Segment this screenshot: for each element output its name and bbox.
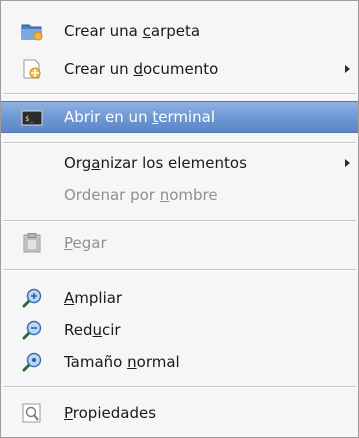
menu-item-organizar[interactable]: Organizar los elementos	[1, 147, 358, 179]
menu-separator	[3, 386, 356, 388]
terminal-icon: $_	[21, 108, 43, 128]
menu-separator	[3, 220, 356, 222]
menu-item-crear-carpeta[interactable]: Crear una carpeta	[1, 15, 358, 47]
menu-item-label: Abrir en un terminal	[64, 108, 216, 126]
submenu-arrow-icon	[345, 65, 350, 73]
menu-item-label: Tamaño normal	[64, 353, 180, 371]
menu-separator	[3, 93, 356, 95]
paste-icon	[21, 233, 43, 253]
document-new-icon	[21, 59, 43, 79]
menu-item-pegar: Pegar	[1, 227, 358, 259]
menu-item-propiedades[interactable]: Propiedades	[1, 397, 358, 429]
menu-item-ampliar[interactable]: Ampliar	[1, 282, 358, 314]
menu-item-label: Ampliar	[64, 289, 123, 307]
menu-separator	[3, 142, 356, 144]
menu-separator	[3, 269, 356, 271]
menu-item-label: Crear un documento	[64, 60, 219, 78]
svg-text:$_: $_	[25, 115, 34, 123]
menu-item-label: Propiedades	[64, 404, 157, 422]
menu-item-reducir[interactable]: Reducir	[1, 314, 358, 346]
menu-item-label: Crear una carpeta	[64, 22, 201, 40]
menu-item-crear-documento[interactable]: Crear un documento	[1, 53, 358, 85]
menu-item-tamano-normal[interactable]: Tamaño normal	[1, 346, 358, 378]
menu-item-label: Ordenar por nombre	[64, 186, 218, 204]
zoom-original-icon	[21, 352, 43, 372]
properties-icon	[21, 403, 43, 423]
zoom-out-icon	[21, 320, 43, 340]
menu-item-label: Reducir	[64, 321, 121, 339]
menu-item-label: Organizar los elementos	[64, 154, 247, 172]
menu-item-ordenar-nombre: Ordenar por nombre	[1, 179, 358, 211]
menu-item-abrir-terminal[interactable]: $_ Abrir en un terminal	[1, 101, 358, 133]
zoom-in-icon	[21, 288, 43, 308]
folder-new-icon	[21, 21, 43, 41]
context-menu: Crear una carpeta Crear un documento $_ …	[0, 0, 359, 438]
menu-item-label: Pegar	[64, 234, 107, 252]
submenu-arrow-icon	[345, 159, 350, 167]
